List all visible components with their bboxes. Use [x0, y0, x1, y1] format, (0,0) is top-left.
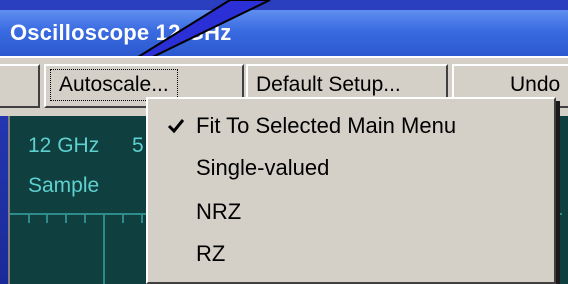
- scope-grid-tick: [84, 215, 86, 223]
- scope-grid-tick: [65, 215, 67, 223]
- menu-item-nrz[interactable]: NRZ: [148, 191, 554, 233]
- menu-item-label: RZ: [196, 241, 226, 266]
- scope-grid-tick: [122, 215, 124, 223]
- scope-grid-tick: [46, 215, 48, 223]
- scope-mode-label: Sample: [28, 174, 100, 197]
- default-setup-button-label: Default Setup...: [256, 73, 401, 96]
- window-title-bar: Oscilloscope 12 GHz: [0, 10, 568, 56]
- toolbar-left-button[interactable]: [0, 64, 40, 108]
- scope-frequency-suffix: 5: [132, 134, 144, 157]
- menu-item-rz[interactable]: RZ: [148, 233, 554, 275]
- autoscale-menu: Fit To Selected Main Menu Single-valued …: [146, 97, 556, 284]
- scope-grid-tick: [28, 215, 30, 223]
- menu-item-single-valued[interactable]: Single-valued: [148, 147, 554, 189]
- checkmark-icon: [167, 119, 185, 134]
- scope-frequency-label: 12 GHz: [28, 134, 100, 157]
- scope-grid-vertical: [103, 213, 105, 284]
- undo-button-label: Undo: [510, 73, 561, 96]
- scope-grid-tick: [141, 215, 143, 223]
- menu-item-fit-to-selected-main-menu[interactable]: Fit To Selected Main Menu: [148, 105, 554, 147]
- menu-item-label: Fit To Selected Main Menu: [196, 113, 457, 138]
- menu-item-label: NRZ: [196, 199, 242, 224]
- menu-item-label: Single-valued: [196, 155, 330, 180]
